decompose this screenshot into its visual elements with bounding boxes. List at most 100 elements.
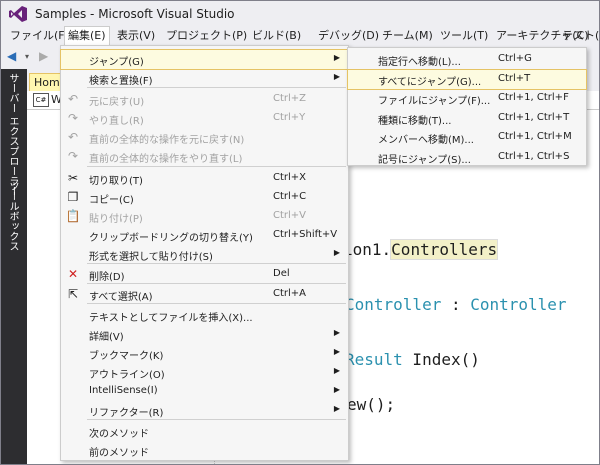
menu-item-shortcut: Ctrl+T bbox=[498, 72, 531, 84]
menu-item-label: 削除(D) bbox=[89, 272, 125, 283]
csharp-file-icon: C# bbox=[33, 93, 49, 107]
redo-icon: ↷ bbox=[67, 111, 79, 125]
edit-menu-item[interactable]: ❐ コピー(C) Ctrl+C bbox=[61, 188, 348, 207]
menubar-item-0[interactable]: ファイル(F) bbox=[7, 27, 72, 45]
menu-item-label: 記号にジャンプ(S)... bbox=[378, 154, 471, 166]
edit-menu-item[interactable]: ⇱ すべて選択(A) Ctrl+A bbox=[61, 285, 348, 304]
paste-icon: 📋 bbox=[65, 209, 81, 223]
code-line-method: Result Index() bbox=[345, 350, 480, 369]
edit-menu-item[interactable]: ↶ 元に戻す(U) Ctrl+Z bbox=[61, 90, 348, 109]
window-title: Samples - Microsoft Visual Studio bbox=[35, 7, 235, 21]
code-line-namespace: ion1.Controllers bbox=[343, 239, 499, 260]
menu-item-label: 指定行へ移動(L)... bbox=[378, 57, 461, 68]
submenu-arrow-icon: ▶ bbox=[333, 366, 340, 375]
edit-menu-item[interactable]: 次のメソッド bbox=[61, 422, 348, 441]
code-line-class: Controller : Controller bbox=[345, 295, 567, 314]
menu-item-shortcut: Ctrl+A bbox=[273, 288, 307, 299]
menu-item-shortcut: Ctrl+1, Ctrl+S bbox=[498, 150, 570, 162]
menu-item-label: メンバーへ移動(M)... bbox=[378, 135, 474, 146]
menubar-item-9[interactable]: テスト(S) bbox=[559, 27, 599, 45]
edit-menu-item[interactable]: ↷ やり直し(R) Ctrl+Y bbox=[61, 109, 348, 128]
edit-menu-item[interactable]: ↶ 直前の全体的な操作を元に戻す(N) bbox=[61, 128, 348, 147]
side-tab-server-explorer[interactable]: サーバー エクスプローラー bbox=[5, 73, 20, 196]
jump-submenu-item[interactable]: 種類に移動(T)... Ctrl+1, Ctrl+T bbox=[348, 109, 586, 128]
menu-item-label: クリップボードリングの切り替え(Y) bbox=[89, 233, 253, 244]
menu-item-label: やり直し(R) bbox=[89, 116, 144, 127]
edit-menu-item[interactable]: 詳細(V) ▶ bbox=[61, 325, 348, 344]
menu-separator bbox=[87, 166, 346, 167]
copy-icon: ❐ bbox=[67, 190, 79, 204]
menu-item-label: 次のメソッド bbox=[89, 429, 149, 440]
undo-icon: ↶ bbox=[67, 130, 79, 144]
jump-submenu-item[interactable]: すべてにジャンプ(G)... Ctrl+T bbox=[347, 68, 587, 90]
jump-submenu-item[interactable]: ファイルにジャンプ(F)... Ctrl+1, Ctrl+F bbox=[348, 89, 586, 108]
visual-studio-window: Samples - Microsoft Visual Studio ファイル(F… bbox=[0, 0, 600, 465]
forward-icon[interactable]: ▶ bbox=[39, 49, 48, 63]
edit-menu-item[interactable]: テキストとしてファイルを挿入(X)... bbox=[61, 306, 348, 325]
menu-item-shortcut: Ctrl+C bbox=[273, 191, 307, 202]
menu-item-label: テキストとしてファイルを挿入(X)... bbox=[89, 313, 253, 324]
back-dropdown-icon[interactable]: ▾ bbox=[25, 52, 29, 61]
edit-menu-item[interactable]: クリップボードリングの切り替え(Y) Ctrl+Shift+V bbox=[61, 226, 348, 245]
menu-item-label: すべて選択(A) bbox=[89, 292, 153, 303]
jump-submenu-item[interactable]: メンバーへ移動(M)... Ctrl+1, Ctrl+M bbox=[348, 128, 586, 147]
submenu-arrow-icon: ▶ bbox=[333, 248, 340, 257]
menubar-item-4[interactable]: ビルド(B) bbox=[249, 27, 304, 45]
menu-item-label: 形式を選択して貼り付け(S) bbox=[89, 252, 213, 263]
code-line-return: ew(); bbox=[347, 395, 396, 414]
redo-icon: ↷ bbox=[67, 149, 79, 163]
menubar-item-6[interactable]: チーム(M) bbox=[379, 27, 436, 45]
menu-item-shortcut: Ctrl+Z bbox=[273, 93, 307, 104]
submenu-arrow-icon: ▶ bbox=[333, 72, 340, 81]
undo-icon: ↶ bbox=[67, 92, 79, 106]
edit-menu-dropdown: ジャンプ(G) ▶ 検索と置換(F) ▶ ↶ 元に戻す(U) Ctrl+Z ↷ やり直し(R) C… bbox=[60, 45, 349, 461]
menu-item-shortcut: Ctrl+X bbox=[273, 172, 307, 183]
menu-item-shortcut: Ctrl+1, Ctrl+M bbox=[498, 131, 572, 142]
menu-item-label: 検索と置換(F) bbox=[89, 76, 153, 87]
menu-item-shortcut: Del bbox=[273, 268, 290, 279]
menu-item-label: IntelliSense(I) bbox=[89, 385, 158, 396]
jump-submenu-item[interactable]: 指定行へ移動(L)... Ctrl+G bbox=[348, 50, 586, 69]
edit-menu-item[interactable]: ✂ 切り取り(T) Ctrl+X bbox=[61, 169, 348, 188]
edit-menu-item[interactable]: アウトライン(O) ▶ bbox=[61, 363, 348, 382]
side-panel-tabs: サーバー エクスプローラー ツールボックス bbox=[1, 69, 27, 464]
edit-menu-item[interactable]: リファクター(R) ▶ bbox=[61, 401, 348, 420]
submenu-arrow-icon: ▶ bbox=[333, 53, 340, 62]
menu-item-label: 直前の全体的な操作を元に戻す(N) bbox=[89, 135, 245, 146]
jump-submenu-item[interactable]: 記号にジャンプ(S)... Ctrl+1, Ctrl+S bbox=[348, 148, 586, 167]
edit-menu-item[interactable]: ✕ 削除(D) Del bbox=[61, 265, 348, 284]
menu-item-label: 詳細(V) bbox=[89, 332, 124, 343]
menubar-item-3[interactable]: プロジェクト(P) bbox=[163, 27, 250, 45]
submenu-arrow-icon: ▶ bbox=[333, 347, 340, 356]
jump-submenu: 指定行へ移動(L)... Ctrl+G すべてにジャンプ(G)... Ctrl+T ファ… bbox=[347, 47, 587, 166]
side-tab-toolbox[interactable]: ツールボックス bbox=[5, 181, 20, 251]
edit-menu-item[interactable]: ブックマーク(K) ▶ bbox=[61, 344, 348, 363]
edit-menu-item[interactable]: 📋 貼り付け(P) Ctrl+V bbox=[61, 207, 348, 226]
menu-item-shortcut: Ctrl+Y bbox=[273, 112, 306, 123]
back-icon[interactable]: ◀ bbox=[7, 49, 16, 63]
menu-item-label: 切り取り(T) bbox=[89, 176, 143, 187]
edit-menu-item[interactable]: 前のメソッド bbox=[61, 441, 348, 460]
menu-item-label: アウトライン(O) bbox=[89, 370, 165, 381]
submenu-arrow-icon: ▶ bbox=[333, 404, 340, 413]
menu-item-shortcut: Ctrl+1, Ctrl+T bbox=[498, 111, 570, 123]
menubar-item-1[interactable]: 編集(E) bbox=[64, 26, 110, 46]
edit-menu-item[interactable]: 検索と置換(F) ▶ bbox=[61, 69, 348, 88]
edit-menu-item[interactable]: ジャンプ(G) ▶ bbox=[60, 49, 349, 70]
edit-menu-item[interactable]: IntelliSense(I) ▶ bbox=[61, 382, 348, 401]
edit-menu-item[interactable]: 形式を選択して貼り付け(S) ▶ bbox=[61, 245, 348, 264]
menu-item-label: ジャンプ(G) bbox=[89, 57, 144, 68]
menu-item-shortcut: Ctrl+V bbox=[273, 210, 307, 221]
menu-item-shortcut: Ctrl+1, Ctrl+F bbox=[498, 92, 569, 103]
menu-item-label: 直前の全体的な操作をやり直す(L) bbox=[89, 154, 243, 165]
menubar-item-7[interactable]: ツール(T) bbox=[437, 27, 491, 45]
highlighted-word: Controllers bbox=[390, 239, 499, 260]
edit-menu-item[interactable]: ↷ 直前の全体的な操作をやり直す(L) bbox=[61, 147, 348, 166]
submenu-arrow-icon: ▶ bbox=[333, 385, 340, 394]
submenu-arrow-icon: ▶ bbox=[333, 328, 340, 337]
menubar-item-2[interactable]: 表示(V) bbox=[114, 27, 158, 45]
menu-item-label: リファクター(R) bbox=[89, 408, 164, 419]
menu-item-label: 貼り付け(P) bbox=[89, 214, 143, 225]
menubar-item-5[interactable]: デバッグ(D) bbox=[315, 27, 382, 45]
menu-item-label: すべてにジャンプ(G)... bbox=[378, 76, 482, 88]
